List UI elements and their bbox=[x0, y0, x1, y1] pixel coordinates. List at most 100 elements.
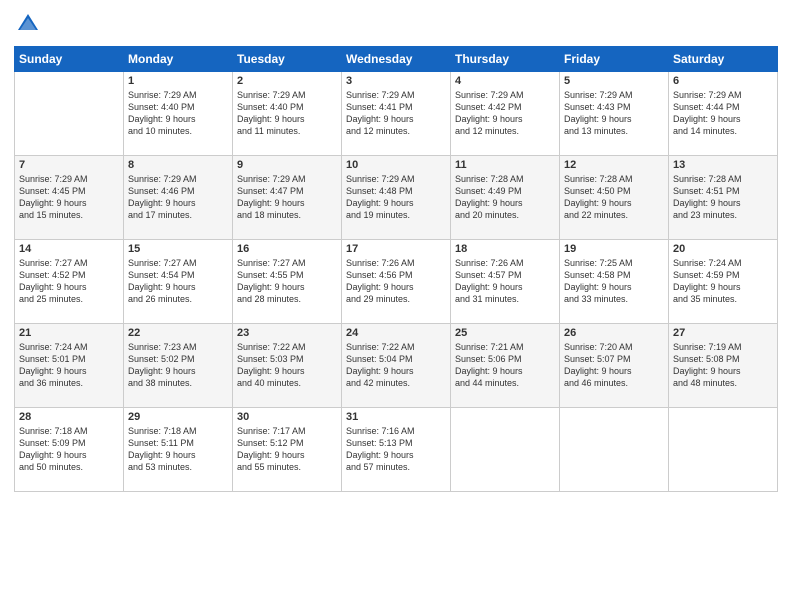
day-number: 3 bbox=[346, 75, 446, 87]
cell-content: Sunrise: 7:22 AM Sunset: 5:04 PM Dayligh… bbox=[346, 341, 446, 390]
day-number: 17 bbox=[346, 243, 446, 255]
cell-3-5: 18 Sunrise: 7:26 AM Sunset: 4:57 PM Dayli… bbox=[451, 240, 560, 324]
cell-5-1: 28 Sunrise: 7:18 AM Sunset: 5:09 PM Dayli… bbox=[15, 408, 124, 492]
cell-content: Sunrise: 7:27 AM Sunset: 4:54 PM Dayligh… bbox=[128, 257, 228, 306]
day-number: 8 bbox=[128, 159, 228, 171]
day-number: 21 bbox=[19, 327, 119, 339]
cell-1-4: 3 Sunrise: 7:29 AM Sunset: 4:41 PM Daylig… bbox=[342, 72, 451, 156]
col-header-thursday: Thursday bbox=[451, 47, 560, 72]
cell-content: Sunrise: 7:28 AM Sunset: 4:49 PM Dayligh… bbox=[455, 173, 555, 222]
cell-content: Sunrise: 7:24 AM Sunset: 5:01 PM Dayligh… bbox=[19, 341, 119, 390]
cell-4-4: 24 Sunrise: 7:22 AM Sunset: 5:04 PM Dayli… bbox=[342, 324, 451, 408]
cell-2-4: 10 Sunrise: 7:29 AM Sunset: 4:48 PM Dayli… bbox=[342, 156, 451, 240]
cell-content: Sunrise: 7:29 AM Sunset: 4:45 PM Dayligh… bbox=[19, 173, 119, 222]
cell-content: Sunrise: 7:29 AM Sunset: 4:41 PM Dayligh… bbox=[346, 89, 446, 138]
cell-content: Sunrise: 7:29 AM Sunset: 4:47 PM Dayligh… bbox=[237, 173, 337, 222]
cell-content: Sunrise: 7:28 AM Sunset: 4:50 PM Dayligh… bbox=[564, 173, 664, 222]
col-header-tuesday: Tuesday bbox=[233, 47, 342, 72]
cell-5-2: 29 Sunrise: 7:18 AM Sunset: 5:11 PM Dayli… bbox=[124, 408, 233, 492]
day-number: 11 bbox=[455, 159, 555, 171]
cell-5-3: 30 Sunrise: 7:17 AM Sunset: 5:12 PM Dayli… bbox=[233, 408, 342, 492]
day-number: 22 bbox=[128, 327, 228, 339]
cell-5-5 bbox=[451, 408, 560, 492]
cell-5-4: 31Sunrise: 7:16 AM Sunset: 5:13 PM Dayli… bbox=[342, 408, 451, 492]
cell-content: Sunrise: 7:26 AM Sunset: 4:56 PM Dayligh… bbox=[346, 257, 446, 306]
header bbox=[14, 10, 778, 38]
calendar-table: SundayMondayTuesdayWednesdayThursdayFrid… bbox=[14, 46, 778, 492]
day-number: 16 bbox=[237, 243, 337, 255]
day-number: 25 bbox=[455, 327, 555, 339]
cell-4-2: 22 Sunrise: 7:23 AM Sunset: 5:02 PM Dayli… bbox=[124, 324, 233, 408]
col-header-wednesday: Wednesday bbox=[342, 47, 451, 72]
cell-4-3: 23Sunrise: 7:22 AM Sunset: 5:03 PM Dayli… bbox=[233, 324, 342, 408]
cell-content: Sunrise: 7:29 AM Sunset: 4:40 PM Dayligh… bbox=[128, 89, 228, 138]
cell-1-1 bbox=[15, 72, 124, 156]
cell-content: Sunrise: 7:21 AM Sunset: 5:06 PM Dayligh… bbox=[455, 341, 555, 390]
cell-content: Sunrise: 7:24 AM Sunset: 4:59 PM Dayligh… bbox=[673, 257, 773, 306]
cell-3-4: 17 Sunrise: 7:26 AM Sunset: 4:56 PM Dayli… bbox=[342, 240, 451, 324]
cell-content: Sunrise: 7:29 AM Sunset: 4:43 PM Dayligh… bbox=[564, 89, 664, 138]
cell-4-1: 21 Sunrise: 7:24 AM Sunset: 5:01 PM Dayli… bbox=[15, 324, 124, 408]
cell-content: Sunrise: 7:26 AM Sunset: 4:57 PM Dayligh… bbox=[455, 257, 555, 306]
day-number: 10 bbox=[346, 159, 446, 171]
day-number: 30 bbox=[237, 411, 337, 423]
cell-1-5: 4Sunrise: 7:29 AM Sunset: 4:42 PM Daylig… bbox=[451, 72, 560, 156]
cell-content: Sunrise: 7:29 AM Sunset: 4:48 PM Dayligh… bbox=[346, 173, 446, 222]
cell-content: Sunrise: 7:20 AM Sunset: 5:07 PM Dayligh… bbox=[564, 341, 664, 390]
cell-3-1: 14 Sunrise: 7:27 AM Sunset: 4:52 PM Dayli… bbox=[15, 240, 124, 324]
day-number: 14 bbox=[19, 243, 119, 255]
cell-1-3: 2 Sunrise: 7:29 AM Sunset: 4:40 PM Daylig… bbox=[233, 72, 342, 156]
cell-content: Sunrise: 7:29 AM Sunset: 4:40 PM Dayligh… bbox=[237, 89, 337, 138]
cell-content: Sunrise: 7:27 AM Sunset: 4:52 PM Dayligh… bbox=[19, 257, 119, 306]
day-number: 29 bbox=[128, 411, 228, 423]
cell-content: Sunrise: 7:29 AM Sunset: 4:44 PM Dayligh… bbox=[673, 89, 773, 138]
cell-2-6: 12Sunrise: 7:28 AM Sunset: 4:50 PM Dayli… bbox=[560, 156, 669, 240]
cell-1-6: 5Sunrise: 7:29 AM Sunset: 4:43 PM Daylig… bbox=[560, 72, 669, 156]
cell-4-5: 25 Sunrise: 7:21 AM Sunset: 5:06 PM Dayli… bbox=[451, 324, 560, 408]
day-number: 9 bbox=[237, 159, 337, 171]
cell-content: Sunrise: 7:23 AM Sunset: 5:02 PM Dayligh… bbox=[128, 341, 228, 390]
day-number: 18 bbox=[455, 243, 555, 255]
calendar-page: SundayMondayTuesdayWednesdayThursdayFrid… bbox=[0, 0, 792, 612]
cell-4-7: 27 Sunrise: 7:19 AM Sunset: 5:08 PM Dayli… bbox=[669, 324, 778, 408]
cell-content: Sunrise: 7:18 AM Sunset: 5:09 PM Dayligh… bbox=[19, 425, 119, 474]
week-row-4: 21 Sunrise: 7:24 AM Sunset: 5:01 PM Dayli… bbox=[15, 324, 778, 408]
day-number: 2 bbox=[237, 75, 337, 87]
week-row-1: 1 Sunrise: 7:29 AM Sunset: 4:40 PM Daylig… bbox=[15, 72, 778, 156]
col-header-sunday: Sunday bbox=[15, 47, 124, 72]
cell-content: Sunrise: 7:29 AM Sunset: 4:46 PM Dayligh… bbox=[128, 173, 228, 222]
cell-1-7: 6 Sunrise: 7:29 AM Sunset: 4:44 PM Daylig… bbox=[669, 72, 778, 156]
week-row-3: 14 Sunrise: 7:27 AM Sunset: 4:52 PM Dayli… bbox=[15, 240, 778, 324]
cell-content: Sunrise: 7:25 AM Sunset: 4:58 PM Dayligh… bbox=[564, 257, 664, 306]
cell-5-7 bbox=[669, 408, 778, 492]
cell-1-2: 1 Sunrise: 7:29 AM Sunset: 4:40 PM Daylig… bbox=[124, 72, 233, 156]
day-number: 20 bbox=[673, 243, 773, 255]
day-number: 28 bbox=[19, 411, 119, 423]
cell-content: Sunrise: 7:16 AM Sunset: 5:13 PM Dayligh… bbox=[346, 425, 446, 474]
cell-content: Sunrise: 7:19 AM Sunset: 5:08 PM Dayligh… bbox=[673, 341, 773, 390]
col-header-saturday: Saturday bbox=[669, 47, 778, 72]
cell-2-1: 7 Sunrise: 7:29 AM Sunset: 4:45 PM Daylig… bbox=[15, 156, 124, 240]
week-row-5: 28 Sunrise: 7:18 AM Sunset: 5:09 PM Dayli… bbox=[15, 408, 778, 492]
cell-content: Sunrise: 7:18 AM Sunset: 5:11 PM Dayligh… bbox=[128, 425, 228, 474]
cell-4-6: 26 Sunrise: 7:20 AM Sunset: 5:07 PM Dayli… bbox=[560, 324, 669, 408]
day-number: 26 bbox=[564, 327, 664, 339]
day-number: 1 bbox=[128, 75, 228, 87]
day-number: 15 bbox=[128, 243, 228, 255]
cell-2-2: 8 Sunrise: 7:29 AM Sunset: 4:46 PM Daylig… bbox=[124, 156, 233, 240]
cell-3-7: 20 Sunrise: 7:24 AM Sunset: 4:59 PM Dayli… bbox=[669, 240, 778, 324]
cell-3-2: 15 Sunrise: 7:27 AM Sunset: 4:54 PM Dayli… bbox=[124, 240, 233, 324]
cell-2-5: 11 Sunrise: 7:28 AM Sunset: 4:49 PM Dayli… bbox=[451, 156, 560, 240]
day-number: 6 bbox=[673, 75, 773, 87]
day-number: 19 bbox=[564, 243, 664, 255]
day-number: 4 bbox=[455, 75, 555, 87]
logo bbox=[14, 10, 44, 38]
day-number: 27 bbox=[673, 327, 773, 339]
cell-content: Sunrise: 7:17 AM Sunset: 5:12 PM Dayligh… bbox=[237, 425, 337, 474]
day-number: 7 bbox=[19, 159, 119, 171]
day-number: 24 bbox=[346, 327, 446, 339]
header-row: SundayMondayTuesdayWednesdayThursdayFrid… bbox=[15, 47, 778, 72]
cell-content: Sunrise: 7:27 AM Sunset: 4:55 PM Dayligh… bbox=[237, 257, 337, 306]
week-row-2: 7 Sunrise: 7:29 AM Sunset: 4:45 PM Daylig… bbox=[15, 156, 778, 240]
cell-5-6 bbox=[560, 408, 669, 492]
